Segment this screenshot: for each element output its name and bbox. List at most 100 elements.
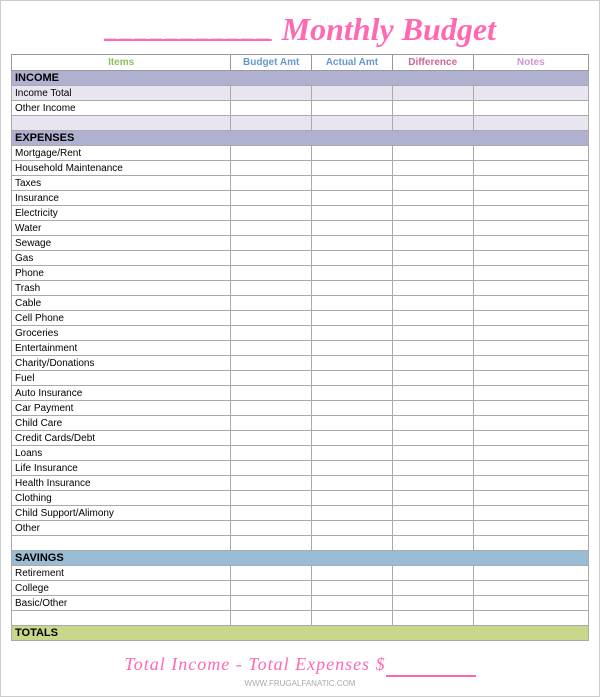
row-cell[interactable] xyxy=(392,311,473,326)
row-cell[interactable] xyxy=(231,386,312,401)
row-cell[interactable] xyxy=(473,581,588,596)
row-cell[interactable] xyxy=(392,266,473,281)
row-cell[interactable] xyxy=(473,401,588,416)
row-cell[interactable] xyxy=(392,206,473,221)
row-cell[interactable] xyxy=(392,581,473,596)
row-cell[interactable] xyxy=(231,506,312,521)
row-cell[interactable] xyxy=(392,611,473,626)
row-cell[interactable] xyxy=(231,176,312,191)
row-cell[interactable] xyxy=(392,161,473,176)
row-cell[interactable] xyxy=(392,326,473,341)
row-cell[interactable] xyxy=(312,596,393,611)
row-cell[interactable] xyxy=(312,266,393,281)
row-cell[interactable] xyxy=(231,611,312,626)
row-cell[interactable] xyxy=(231,86,312,101)
row-cell[interactable] xyxy=(392,506,473,521)
row-cell[interactable] xyxy=(231,581,312,596)
row-cell[interactable] xyxy=(231,566,312,581)
row-cell[interactable] xyxy=(312,191,393,206)
row-cell[interactable] xyxy=(473,161,588,176)
row-cell[interactable] xyxy=(392,536,473,551)
row-cell[interactable] xyxy=(312,281,393,296)
row-cell[interactable] xyxy=(312,461,393,476)
row-cell[interactable] xyxy=(231,401,312,416)
row-cell[interactable] xyxy=(392,236,473,251)
row-cell[interactable] xyxy=(473,281,588,296)
row-cell[interactable] xyxy=(312,206,393,221)
row-cell[interactable] xyxy=(392,596,473,611)
row-cell[interactable] xyxy=(231,266,312,281)
row-cell[interactable] xyxy=(312,86,393,101)
row-cell[interactable] xyxy=(392,281,473,296)
row-cell[interactable] xyxy=(312,146,393,161)
row-cell[interactable] xyxy=(473,326,588,341)
row-cell[interactable] xyxy=(392,86,473,101)
row-cell[interactable] xyxy=(231,431,312,446)
row-cell[interactable] xyxy=(392,146,473,161)
row-cell[interactable] xyxy=(312,476,393,491)
row-cell[interactable] xyxy=(312,341,393,356)
row-cell[interactable] xyxy=(231,341,312,356)
row-cell[interactable] xyxy=(392,446,473,461)
row-cell[interactable] xyxy=(392,116,473,131)
row-cell[interactable] xyxy=(312,506,393,521)
row-cell[interactable] xyxy=(231,326,312,341)
row-cell[interactable] xyxy=(473,116,588,131)
row-cell[interactable] xyxy=(312,221,393,236)
row-cell[interactable] xyxy=(312,581,393,596)
row-cell[interactable] xyxy=(392,101,473,116)
row-cell[interactable] xyxy=(312,521,393,536)
row-cell[interactable] xyxy=(312,326,393,341)
row-cell[interactable] xyxy=(392,401,473,416)
row-cell[interactable] xyxy=(473,236,588,251)
row-cell[interactable] xyxy=(392,386,473,401)
row-cell[interactable] xyxy=(231,416,312,431)
row-cell[interactable] xyxy=(392,566,473,581)
row-cell[interactable] xyxy=(392,431,473,446)
row-cell[interactable] xyxy=(473,266,588,281)
row-cell[interactable] xyxy=(312,491,393,506)
row-cell[interactable] xyxy=(473,371,588,386)
row-cell[interactable] xyxy=(231,371,312,386)
row-cell[interactable] xyxy=(312,416,393,431)
row-cell[interactable] xyxy=(312,296,393,311)
row-cell[interactable] xyxy=(231,146,312,161)
row-cell[interactable] xyxy=(312,236,393,251)
row-cell[interactable] xyxy=(231,356,312,371)
row-cell[interactable] xyxy=(231,536,312,551)
row-cell[interactable] xyxy=(473,611,588,626)
row-cell[interactable] xyxy=(473,296,588,311)
row-cell[interactable] xyxy=(473,191,588,206)
row-cell[interactable] xyxy=(312,161,393,176)
row-cell[interactable] xyxy=(312,611,393,626)
row-cell[interactable] xyxy=(312,386,393,401)
row-cell[interactable] xyxy=(231,446,312,461)
row-cell[interactable] xyxy=(231,191,312,206)
row-cell[interactable] xyxy=(473,446,588,461)
row-cell[interactable] xyxy=(473,461,588,476)
row-cell[interactable] xyxy=(312,176,393,191)
row-cell[interactable] xyxy=(231,521,312,536)
row-cell[interactable] xyxy=(312,401,393,416)
row-cell[interactable] xyxy=(392,521,473,536)
row-cell[interactable] xyxy=(473,176,588,191)
row-cell[interactable] xyxy=(231,101,312,116)
row-cell[interactable] xyxy=(231,476,312,491)
row-cell[interactable] xyxy=(231,116,312,131)
row-cell[interactable] xyxy=(473,206,588,221)
row-cell[interactable] xyxy=(312,356,393,371)
row-cell[interactable] xyxy=(231,251,312,266)
row-cell[interactable] xyxy=(231,491,312,506)
row-cell[interactable] xyxy=(312,251,393,266)
row-cell[interactable] xyxy=(473,506,588,521)
row-cell[interactable] xyxy=(473,476,588,491)
row-cell[interactable] xyxy=(312,446,393,461)
row-cell[interactable] xyxy=(392,221,473,236)
row-cell[interactable] xyxy=(473,596,588,611)
row-cell[interactable] xyxy=(473,146,588,161)
row-cell[interactable] xyxy=(392,341,473,356)
row-cell[interactable] xyxy=(312,371,393,386)
row-cell[interactable] xyxy=(392,416,473,431)
row-cell[interactable] xyxy=(392,461,473,476)
row-cell[interactable] xyxy=(473,251,588,266)
